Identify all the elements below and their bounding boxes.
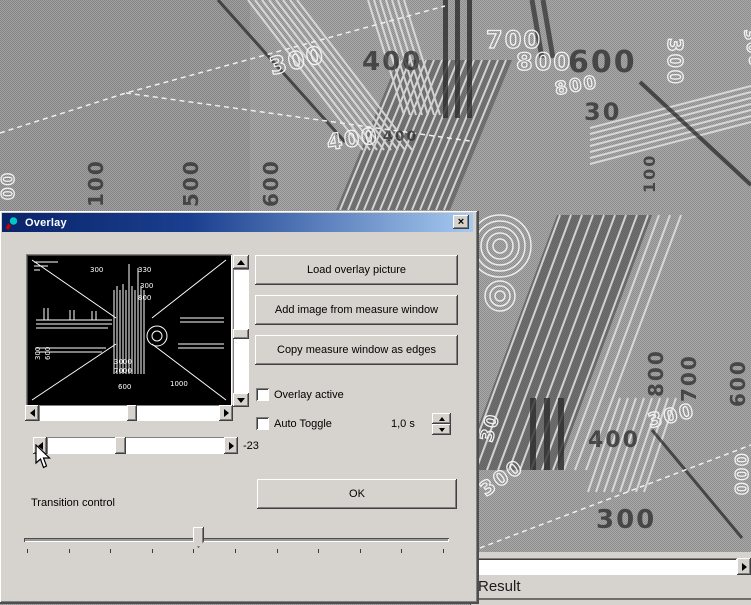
window-title: Overlay — [25, 217, 67, 229]
arrow-down-icon — [237, 398, 245, 403]
chart-number: 400 — [383, 129, 418, 145]
preview-number: 7000 — [114, 367, 132, 375]
preview-number: 600 — [118, 383, 131, 391]
preview-number: 300 — [140, 282, 153, 290]
overlay-dialog: Overlay × 300 330 300 800 — [0, 211, 479, 604]
chart-number-outline: 000 — [732, 451, 751, 495]
chart-number: 500 — [179, 159, 203, 207]
chart-number-outline: 800 — [516, 48, 572, 76]
magnifier-icon — [5, 215, 20, 230]
chart-number: 600 — [259, 159, 283, 207]
chart-number: 400 — [362, 47, 422, 77]
scroll-left-button[interactable] — [25, 405, 39, 421]
copy-measure-window-as-edges-button[interactable]: Copy measure window as edges — [255, 335, 458, 365]
add-image-from-measure-window-button[interactable]: Add image from measure window — [255, 295, 458, 325]
chart-number: 100 — [84, 159, 108, 207]
chart-number: 100 — [640, 154, 659, 193]
scrollbar-track[interactable] — [47, 437, 224, 454]
transition-control-label: Transition control — [31, 497, 115, 509]
arrow-left-icon — [30, 409, 35, 417]
transition-slider-thumb[interactable] — [193, 527, 204, 548]
preview-number: 1000 — [170, 380, 188, 388]
auto-toggle-label: Auto Toggle — [274, 418, 332, 430]
scroll-right-button[interactable] — [224, 437, 238, 454]
scroll-right-button[interactable] — [219, 405, 233, 421]
arrow-down-icon — [439, 428, 445, 432]
result-arrow-button[interactable] — [737, 558, 751, 575]
chart-number: 800 — [644, 349, 668, 397]
offset-value: -23 — [243, 440, 259, 452]
spinner-up-button[interactable] — [432, 413, 451, 424]
scroll-up-button[interactable] — [233, 255, 249, 269]
result-panel: Result — [470, 552, 751, 605]
preview-number: 300 — [34, 347, 42, 360]
close-button[interactable]: × — [453, 215, 469, 229]
chart-number-outline: 300 — [663, 38, 687, 86]
preview-vertical-scrollbar[interactable] — [233, 255, 249, 407]
overlay-active-label: Overlay active — [274, 389, 344, 401]
chart-number: 30 — [584, 98, 621, 126]
arrow-right-icon — [742, 563, 747, 571]
result-label: Result — [478, 578, 521, 595]
horizontal-scrollbar-1[interactable] — [25, 405, 233, 421]
auto-toggle-checkbox[interactable] — [256, 417, 269, 430]
arrow-up-icon — [237, 260, 245, 265]
chart-number: 700 — [677, 354, 701, 402]
transition-slider-track[interactable] — [24, 538, 449, 542]
auto-toggle-interval-value: 1,0 s — [391, 418, 415, 430]
chart-number: 300 — [596, 505, 656, 535]
arrow-right-icon — [229, 442, 234, 450]
load-overlay-picture-button[interactable]: Load overlay picture — [255, 255, 458, 285]
preview-number: 3000 — [114, 358, 132, 366]
preview-number: 330 — [138, 266, 151, 274]
arrow-up-icon — [439, 417, 445, 421]
scroll-down-button[interactable] — [233, 393, 249, 407]
interval-spinner[interactable] — [432, 413, 451, 435]
preview-number: 300 — [90, 266, 103, 274]
mouse-cursor — [33, 444, 53, 470]
scrollbar-thumb[interactable] — [127, 405, 137, 421]
overlay-active-checkbox[interactable] — [256, 388, 269, 401]
result-value-field[interactable] — [475, 558, 737, 575]
scrollbar-thumb[interactable] — [233, 329, 249, 339]
ok-button[interactable]: OK — [257, 479, 457, 509]
arrow-right-icon — [224, 409, 229, 417]
chart-number: 400 — [588, 428, 640, 453]
screen: 400 600 30 400 100 500 600 800 700 600 4… — [0, 0, 751, 605]
chart-number-outline: 00 — [0, 171, 19, 200]
spinner-down-button[interactable] — [432, 424, 451, 435]
chart-number: 600 — [726, 359, 750, 407]
scrollbar-thumb[interactable] — [115, 437, 126, 454]
title-bar[interactable]: Overlay × — [2, 213, 473, 232]
divider — [471, 598, 751, 600]
overlay-preview-image[interactable]: 300 330 300 800 3000 7000 600 1000 300 6… — [26, 254, 232, 406]
preview-number: 600 — [44, 347, 52, 360]
horizontal-scrollbar-2[interactable] — [33, 437, 238, 454]
preview-number: 800 — [138, 294, 151, 302]
slider-tick-marks — [27, 549, 444, 554]
